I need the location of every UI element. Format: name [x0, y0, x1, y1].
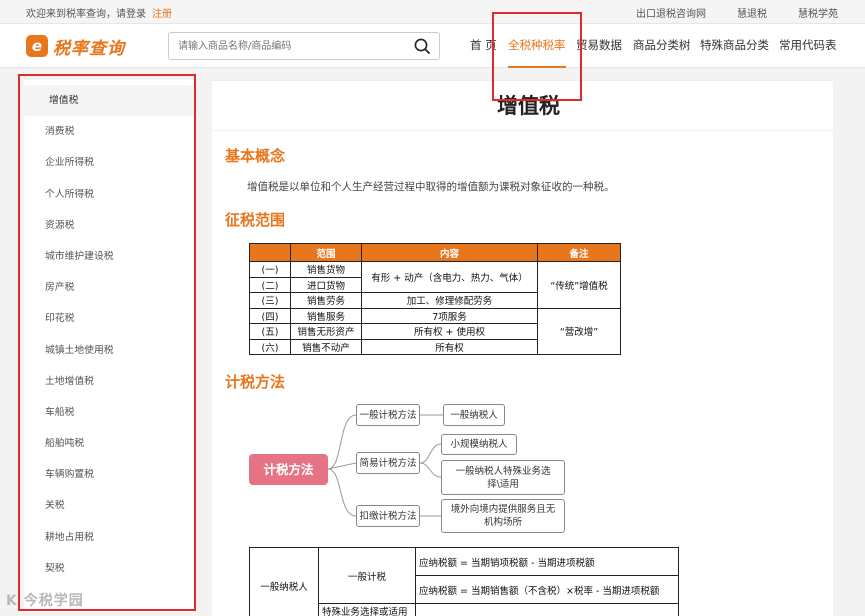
sidebar-item-stamp-tax[interactable]: 印花税 [24, 303, 194, 334]
diagram-node-general-method: 一般计税方法 [356, 404, 420, 426]
table-cell: “传统”增值税 [537, 261, 621, 309]
sidebar-item-consumption-tax[interactable]: 消费税 [24, 116, 194, 147]
sidebar-item-vehicle-purchase-tax[interactable]: 车辆购置税 [24, 459, 194, 490]
sidebar-item-resource-tax[interactable]: 资源税 [24, 210, 194, 241]
register-link[interactable]: 注册 [152, 5, 172, 20]
sidebar-item-tonnage-tax[interactable]: 船舶吨税 [24, 428, 194, 459]
table-cell: 进口货物 [290, 276, 362, 293]
sidebar-item-corporate-income-tax[interactable]: 企业所得税 [24, 147, 194, 178]
table-cell: (三) [249, 292, 291, 309]
header: e 税率查询 首 页 全税种税率 贸易数据 商品分类树 特殊商品分类 常用代码表 [0, 24, 865, 68]
table-cell: 所有权 [361, 338, 538, 355]
section-heading-scope: 征税范围 [225, 211, 286, 229]
table-cell: 销售服务 [290, 307, 362, 324]
table-cell: 有形 + 动产（含电力、热力、气体） [361, 261, 538, 293]
nav-special-products[interactable]: 特殊商品分类 [700, 24, 769, 68]
table-cell: (一) [249, 261, 291, 278]
table-cell [415, 603, 679, 616]
search-box [168, 32, 440, 60]
table-cell: 一般计税 [318, 547, 416, 604]
sidebar-item-land-use-tax[interactable]: 城镇土地使用税 [24, 335, 194, 366]
scope-table: 范围 内容 备注 (一) 销售货物 有形 + 动产（含电力、热力、气体） “传统… [249, 243, 621, 355]
diagram-node-general-taxpayer: 一般纳税人 [443, 404, 505, 426]
sidebar-item-farmland-tax[interactable]: 耕地占用税 [24, 522, 194, 553]
search-input[interactable] [169, 33, 404, 59]
sidebar-item-individual-income-tax[interactable]: 个人所得税 [24, 179, 194, 210]
welcome-text: 欢迎来到税率查询，请登录 [26, 9, 146, 20]
logo-icon: e [26, 35, 48, 57]
sidebar-item-urban-maintenance-tax[interactable]: 城市维护建设税 [24, 241, 194, 272]
table-cell: 特殊业务选择或适用 [318, 603, 416, 616]
sidebar-item-customs-duty[interactable]: 关税 [24, 490, 194, 521]
title-bar: 增值税 [212, 81, 833, 131]
table-cell: 7项服务 [361, 307, 538, 324]
diagram-node-overseas-service: 境外向境内提供服务且无机构场所 [441, 499, 565, 533]
nav-code-tables[interactable]: 常用代码表 [779, 24, 837, 68]
diagram-node-special-business: 一般纳税人特殊业务选择\适用 [441, 460, 565, 495]
watermark: K 今税学园 [6, 593, 84, 609]
search-icon[interactable] [414, 38, 431, 55]
section-heading-methods: 计税方法 [225, 373, 286, 391]
tax-academy-link[interactable]: 慧税学苑 [798, 5, 838, 20]
table-cell: (四) [249, 307, 291, 324]
diagram-node-small-taxpayer: 小规模纳税人 [441, 434, 517, 455]
sidebar-item-land-value-tax[interactable]: 土地增值税 [24, 366, 194, 397]
table-header: 内容 [361, 243, 538, 262]
export-refund-link[interactable]: 出口退税咨询网 [636, 5, 706, 20]
nav-all-tax-rates[interactable]: 全税种税率 [508, 24, 566, 68]
nav-home[interactable]: 首 页 [470, 24, 497, 68]
tax-type-sidebar: 增值税 消费税 企业所得税 个人所得税 资源税 城市维护建设税 房产税 印花税 … [24, 80, 194, 612]
top-bar: 欢迎来到税率查询，请登录 注册 出口退税咨询网 慧退税 慧税学苑 [0, 0, 865, 24]
table-cell: (五) [249, 323, 291, 340]
table-cell: 加工、修理修配劳务 [361, 292, 538, 309]
table-cell: “营改增” [537, 307, 621, 355]
table-header: 范围 [290, 243, 362, 262]
page-title: 增值税 [497, 94, 560, 118]
diagram-node-simple-method: 简易计税方法 [356, 452, 420, 474]
table-header [249, 243, 291, 262]
sidebar-item-vehicle-vessel-tax[interactable]: 车船税 [24, 397, 194, 428]
table-cell: 所有权 + 使用权 [361, 323, 538, 340]
table-cell: 应纳税额 = 当期销项税额 - 当期进项税额 [415, 547, 679, 576]
table-cell: 销售货物 [290, 261, 362, 278]
table-cell: 销售无形资产 [290, 323, 362, 340]
diagram-node-withholding-method: 扣缴计税方法 [356, 505, 420, 527]
table-cell: 销售劳务 [290, 292, 362, 309]
tax-refund-link[interactable]: 慧退税 [737, 5, 767, 20]
logo-text: 税率查询 [53, 38, 125, 59]
table-cell: (六) [249, 338, 291, 355]
table-header: 备注 [537, 243, 621, 262]
sidebar-item-vat[interactable]: 增值税 [24, 85, 194, 117]
sidebar-item-property-tax[interactable]: 房产税 [24, 272, 194, 303]
diagram-root-node: 计税方法 [249, 454, 328, 485]
calculation-table: 一般纳税人 一般计税 应纳税额 = 当期销项税额 - 当期进项税额 应纳税额 =… [249, 547, 679, 616]
table-cell: (二) [249, 276, 291, 293]
site-logo[interactable]: e 税率查询 [26, 32, 125, 60]
sidebar-item-deed-tax[interactable]: 契税 [24, 553, 194, 584]
section-heading-concept: 基本概念 [225, 147, 286, 165]
table-cell: 一般纳税人 [249, 547, 319, 616]
concept-paragraph: 增值税是以单位和个人生产经营过程中取得的增值额为课税对象征收的一种税。 [247, 181, 615, 193]
nav-product-tree[interactable]: 商品分类树 [633, 24, 691, 68]
nav-trade-data[interactable]: 贸易数据 [576, 24, 622, 68]
table-cell: 应纳税额 = 当期销售额（不含税）×税率 - 当期进项税额 [415, 575, 679, 604]
table-cell: 销售不动产 [290, 338, 362, 355]
main-content: 增值税 基本概念 增值税是以单位和个人生产经营过程中取得的增值额为课税对象征收的… [212, 80, 833, 616]
